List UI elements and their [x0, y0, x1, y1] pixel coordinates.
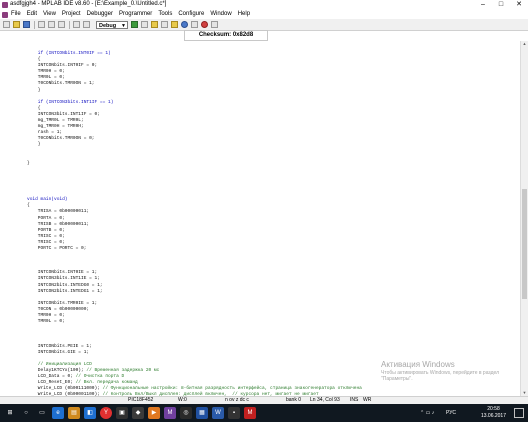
activation-watermark-title: Активация Windows	[381, 360, 455, 369]
clock-date: 13.06.2017	[480, 413, 506, 419]
scroll-up-icon[interactable]: ▲	[521, 41, 528, 47]
menu-debugger[interactable]: Debugger	[87, 10, 113, 19]
menu-bar: File Edit View Project Debugger Programm…	[0, 10, 528, 19]
store-icon[interactable]: ◧	[84, 407, 96, 419]
edge-browser-icon[interactable]: e	[52, 407, 64, 419]
cut-icon[interactable]	[38, 21, 45, 28]
status-cursor-position: Ln 34, Col 93	[310, 397, 340, 403]
maximize-button[interactable]: □	[492, 0, 510, 10]
search-icon[interactable]: ○	[20, 407, 32, 419]
status-ins: INS	[350, 397, 359, 403]
mplab-taskbar-icon[interactable]: M	[164, 407, 176, 419]
activation-watermark-text: Чтобы активировать Windows, перейдите в …	[381, 370, 500, 382]
menu-help[interactable]: Help	[238, 10, 250, 19]
task-view-icon[interactable]: ▭	[36, 407, 48, 419]
make-icon[interactable]	[161, 21, 168, 28]
window-title: asdfgjgh4 - MPLAB IDE v8.60 - [E:\Exampl…	[10, 1, 167, 7]
terminal-icon[interactable]: ▪	[228, 407, 240, 419]
new-file-icon[interactable]	[3, 21, 10, 28]
menu-view[interactable]: View	[43, 10, 56, 19]
project-icon[interactable]	[151, 21, 158, 28]
build-icon[interactable]	[131, 21, 138, 28]
menu-programmer[interactable]: Programmer	[119, 10, 152, 19]
window-controls: – □ ✕	[474, 0, 528, 10]
tray-icons[interactable]: ⌃ ▭ ♪	[420, 404, 434, 422]
menu-configure[interactable]: Configure	[178, 10, 204, 19]
paste-icon[interactable]	[58, 21, 65, 28]
metro-icon[interactable]: M	[244, 407, 256, 419]
scrollbar-thumb[interactable]	[522, 189, 527, 299]
print-icon[interactable]	[73, 21, 80, 28]
copy-icon[interactable]	[48, 21, 55, 28]
media-icon[interactable]: ▶	[148, 407, 160, 419]
find-icon[interactable]	[211, 21, 218, 28]
calculator-icon[interactable]: ▦	[196, 407, 208, 419]
word-icon[interactable]: W	[212, 407, 224, 419]
close-button[interactable]: ✕	[510, 0, 528, 10]
menu-file[interactable]: File	[11, 10, 21, 19]
yandex-browser-icon[interactable]: Y	[100, 407, 112, 419]
taskbar-clock[interactable]: 20:58 13.06.2017	[481, 406, 506, 420]
toolbar-separator	[34, 20, 35, 29]
open-folder-icon[interactable]	[13, 21, 20, 28]
build-all-icon[interactable]	[141, 21, 148, 28]
chevron-down-icon: ▼	[121, 22, 126, 29]
app-icon[interactable]: ◆	[132, 407, 144, 419]
menu-edit[interactable]: Edit	[27, 10, 37, 19]
stop-icon[interactable]	[201, 21, 208, 28]
status-bank: bank 0	[286, 397, 302, 403]
language-indicator[interactable]: РУС	[446, 404, 456, 422]
status-device: PIC18F452	[128, 397, 154, 403]
status-wr: WR	[363, 397, 372, 403]
code-text[interactable]: if (INTCONbits.INT0IF == 1) { INTCONbits…	[27, 51, 362, 396]
code-editor[interactable]: if (INTCONbits.INT0IF == 1) { INTCONbits…	[0, 41, 520, 396]
menu-tools[interactable]: Tools	[158, 10, 172, 19]
notification-center-icon[interactable]	[514, 408, 524, 418]
toolbar-separator	[69, 20, 70, 29]
checksum-icon[interactable]	[191, 21, 198, 28]
menu-project[interactable]: Project	[62, 10, 81, 19]
menu-window[interactable]: Window	[210, 10, 231, 19]
build-configuration-select[interactable]: Debug ▼	[96, 20, 128, 29]
windows-start-icon[interactable]: ⊞	[4, 407, 16, 419]
checksum-display: Checksum: 0x82d8	[184, 30, 268, 41]
document-icon[interactable]	[2, 11, 8, 18]
status-w-register: W:0	[178, 397, 187, 403]
clock-time: 20:58	[487, 406, 500, 412]
vertical-scrollbar[interactable]: ▲ ▼	[520, 41, 528, 396]
workspace-icon[interactable]	[171, 21, 178, 28]
mplab-app-icon	[2, 2, 8, 8]
status-flags: n ov z dc c	[225, 397, 249, 403]
tool-icon[interactable]: ◎	[180, 407, 192, 419]
info-icon[interactable]	[181, 21, 188, 28]
minimize-button[interactable]: –	[474, 0, 492, 10]
save-icon[interactable]	[23, 21, 30, 28]
folder-icon[interactable]: ▣	[116, 407, 128, 419]
file-explorer-icon[interactable]: ▤	[68, 407, 80, 419]
build-configuration-value: Debug	[99, 22, 117, 29]
status-bar: PIC18F452 W:0 n ov z dc c bank 0 Ln 34, …	[0, 396, 528, 404]
help-icon[interactable]	[83, 21, 90, 28]
windows-taskbar: ⊞ ○ ▭ e ▤ ◧ Y ▣ ◆ ▶ M ◎ ▦ W ▪ M ⌃ ▭ ♪ РУ…	[0, 404, 528, 422]
